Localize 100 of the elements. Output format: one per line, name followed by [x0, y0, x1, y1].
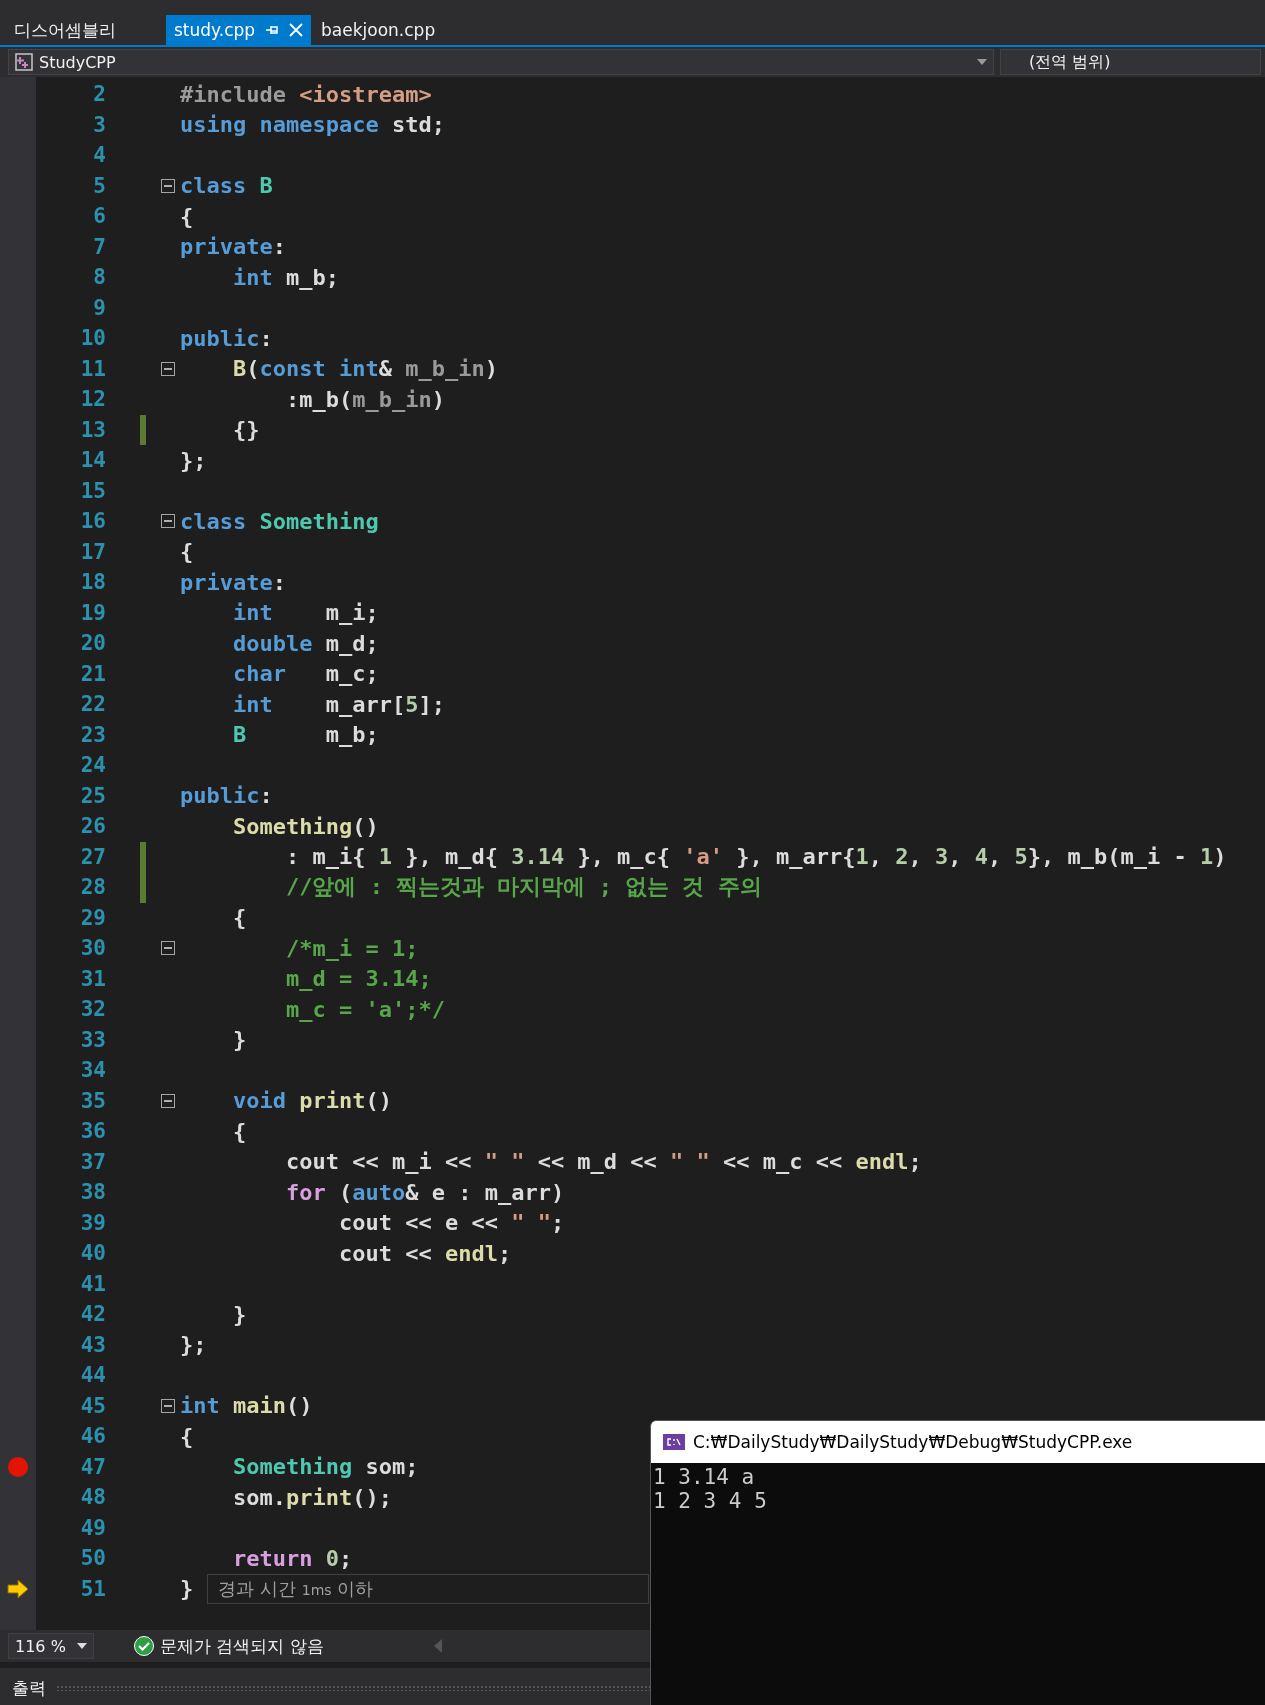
- code-line: Something som;: [231, 1454, 419, 1480]
- elapsed-time-hint: 경과 시간 1ms 이하: [207, 1573, 650, 1604]
- line-number: 48: [79, 1485, 106, 1510]
- line-number: 26: [79, 814, 106, 839]
- line-number: 19: [79, 600, 106, 625]
- code-line: }: [231, 1301, 247, 1327]
- code-line: private:: [180, 234, 286, 260]
- line-number: 2: [92, 82, 106, 107]
- line-number: 30: [79, 936, 106, 961]
- check-icon: [134, 1636, 154, 1656]
- line-number: 51: [79, 1576, 106, 1601]
- code-line: int m_i;: [231, 600, 379, 626]
- code-line: public:: [180, 325, 273, 351]
- collapse-icon[interactable]: [161, 941, 175, 956]
- line-number: 17: [79, 539, 106, 564]
- line-number: 32: [79, 997, 106, 1022]
- code-line: :m_b(m_b_in): [284, 386, 445, 412]
- code-line: {}: [231, 417, 260, 443]
- code-line: {: [231, 1118, 247, 1144]
- line-number: 6: [92, 204, 106, 229]
- collapse-icon[interactable]: [161, 178, 175, 193]
- line-number: 43: [79, 1332, 106, 1357]
- zoom-dropdown[interactable]: 116 %: [8, 1633, 94, 1659]
- line-number: 11: [79, 356, 106, 381]
- line-number: 50: [79, 1546, 106, 1571]
- line-number: 5: [92, 173, 106, 198]
- breakpoint-icon[interactable]: [8, 1456, 28, 1477]
- file-tab[interactable]: baekjoon.cpp: [313, 15, 444, 45]
- line-number: 46: [79, 1424, 106, 1449]
- line-number: 41: [79, 1271, 106, 1296]
- collapse-icon[interactable]: [161, 361, 175, 376]
- close-icon[interactable]: [289, 23, 304, 37]
- code-line: #include <iostream>: [180, 81, 432, 107]
- console-icon: [663, 1434, 685, 1450]
- line-number: 36: [79, 1119, 106, 1144]
- pin-icon[interactable]: [265, 24, 280, 36]
- line-number: 37: [79, 1149, 106, 1174]
- code-line: class Something: [180, 508, 379, 534]
- code-line: int main(): [180, 1393, 313, 1419]
- code-line: : m_i{ 1 }, m_d{ 3.14 }, m_c{ 'a' }, m_arr{1, 2, 3, 4, 5}, m_b(m_i - 1): [284, 844, 1227, 870]
- line-number: 20: [79, 631, 106, 656]
- line-number: 4: [92, 143, 106, 168]
- project-dropdown[interactable]: StudyCPP: [8, 49, 994, 75]
- line-number: 28: [79, 875, 106, 900]
- line-number: 8: [92, 265, 106, 290]
- line-number: 12: [79, 387, 106, 412]
- code-line: cout << endl;: [337, 1240, 512, 1266]
- code-line: //앞에 : 찍는것과 마지막에 ; 없는 것 주의: [284, 873, 762, 902]
- code-line: for (auto& e : m_arr): [284, 1179, 565, 1205]
- console-output-line: 1 2 3 4 5: [653, 1489, 768, 1513]
- project-icon: [15, 53, 33, 71]
- code-line: Something(): [231, 813, 379, 839]
- line-number: 23: [79, 722, 106, 747]
- code-line: }: [231, 1027, 247, 1053]
- collapse-icon[interactable]: [161, 514, 175, 529]
- code-line: {: [180, 539, 194, 565]
- line-number: 13: [79, 417, 106, 442]
- line-number: 40: [79, 1241, 106, 1266]
- code-line: B m_b;: [231, 722, 379, 748]
- code-line: using namespace std;: [180, 112, 445, 138]
- console-output-line: 1 3.14 a: [653, 1465, 756, 1489]
- code-line: int m_arr[5];: [231, 691, 445, 717]
- line-number: 16: [79, 509, 106, 534]
- line-number: 22: [79, 692, 106, 717]
- code-line: char m_c;: [231, 661, 379, 687]
- code-line: cout << e << " ";: [337, 1210, 565, 1236]
- code-line: public:: [180, 783, 273, 809]
- line-number: 38: [79, 1180, 106, 1205]
- line-number: 15: [79, 478, 106, 503]
- collapse-icon[interactable]: [161, 1093, 175, 1108]
- output-panel-title: 출력: [12, 1676, 46, 1700]
- code-line: return 0;: [231, 1545, 353, 1571]
- code-line: int m_b;: [231, 264, 339, 290]
- file-tab[interactable]: 디스어셈블리: [6, 15, 124, 45]
- console-title: C:₩DailyStudy₩DailyStudy₩Debug₩StudyCPP.exe: [693, 1432, 1133, 1452]
- file-tab[interactable]: study.cpp: [166, 15, 312, 45]
- line-number: 24: [79, 753, 106, 778]
- caret-icon: [77, 1643, 87, 1649]
- line-number: 42: [79, 1302, 106, 1327]
- code-line: B(const int& m_b_in): [231, 356, 498, 382]
- line-number: 18: [79, 570, 106, 595]
- line-number: 3: [92, 112, 106, 137]
- scope-dropdown[interactable]: (전역 범위): [1000, 49, 1261, 75]
- collapse-icon[interactable]: [161, 1398, 175, 1413]
- code-line: double m_d;: [231, 630, 379, 656]
- line-number: 44: [79, 1363, 106, 1388]
- code-line: };: [180, 1332, 207, 1358]
- code-line: m_c = 'a';*/: [284, 996, 445, 1022]
- code-line: {: [180, 203, 194, 229]
- line-number: 47: [79, 1454, 106, 1479]
- line-number: 14: [79, 448, 106, 473]
- caret-icon: [977, 59, 987, 65]
- code-line: /*m_i = 1;: [284, 935, 419, 961]
- code-line: class B: [180, 173, 273, 199]
- line-number: 39: [79, 1210, 106, 1235]
- line-number: 9: [92, 295, 106, 320]
- code-line: {: [231, 905, 247, 931]
- line-number: 7: [92, 234, 106, 259]
- line-number: 31: [79, 966, 106, 991]
- code-line: private:: [180, 569, 286, 595]
